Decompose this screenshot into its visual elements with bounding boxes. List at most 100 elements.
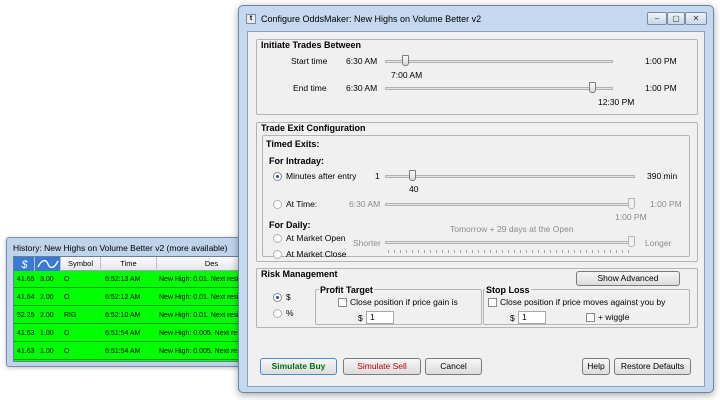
history-cell-quantity: 1.00: [40, 348, 54, 355]
minutes-after-entry-label: Minutes after entry: [286, 171, 357, 181]
end-time-max: 1:00 PM: [645, 83, 677, 93]
history-cell-time: 6:52:12 AM: [105, 294, 141, 301]
stop-loss-title: Stop Loss: [485, 285, 531, 295]
minutes-slider-track[interactable]: [385, 175, 635, 178]
minutes-min: 1: [375, 171, 380, 181]
cancel-button[interactable]: Cancel: [425, 358, 482, 375]
minimize-button[interactable]: –: [647, 12, 667, 25]
column-header-quantity[interactable]: [35, 257, 61, 271]
history-cell-time: 6:52:10 AM: [105, 312, 141, 319]
at-time-value: 1:00 PM: [615, 212, 647, 222]
stop-loss-label: Close position if price moves against yo…: [500, 297, 666, 307]
for-intraday-label: For Intraday:: [268, 156, 326, 166]
market-close-radio[interactable]: [273, 250, 282, 259]
help-button[interactable]: Help: [582, 358, 610, 375]
history-cell-symbol: O: [64, 294, 70, 301]
start-time-label: Start time: [291, 56, 328, 66]
minutes-value: 40: [409, 184, 419, 194]
dialog-title: Configure OddsMaker: New Highs on Volume…: [261, 14, 482, 24]
end-time-slider-thumb[interactable]: [588, 82, 596, 93]
oddsmaker-dialog: t Configure OddsMaker: New Highs on Volu…: [238, 5, 714, 393]
simulate-sell-button[interactable]: Simulate Sell: [343, 358, 421, 375]
minutes-slider-thumb[interactable]: [409, 170, 417, 181]
at-time-slider-track[interactable]: [385, 203, 635, 206]
table-row[interactable]: 52.25 2.00 RIG 6:52:10 AM New High: 0.01. Ne…: [14, 308, 264, 324]
daily-caption: Tomorrow + 29 days at the Open: [450, 224, 574, 234]
daily-slider-ticks: [388, 250, 632, 253]
wiggle-checkbox[interactable]: [586, 313, 595, 322]
end-time-min: 6:30 AM: [346, 83, 378, 93]
start-time-value: 7:00 AM: [391, 70, 423, 80]
market-open-label: At Market Open: [286, 233, 346, 243]
dollar-label: $: [286, 292, 291, 302]
restore-defaults-button[interactable]: Restore Defaults: [614, 358, 691, 375]
profit-target-checkbox[interactable]: [338, 298, 347, 307]
percent-label: %: [286, 308, 294, 318]
shorter-label: Shorter: [353, 238, 381, 248]
dollar-trend-icon: $: [20, 259, 28, 271]
stop-loss-input[interactable]: 1: [518, 311, 546, 324]
stop-loss-checkbox[interactable]: [488, 298, 497, 307]
history-cell-price: 41.63: [17, 330, 35, 337]
maximize-button[interactable]: ▢: [667, 12, 685, 25]
at-time-label: At Time:: [286, 199, 318, 209]
table-row[interactable]: 41.64 2.00 O 6:52:12 AM New High: 0.01. Next…: [14, 290, 264, 306]
percent-radio[interactable]: [273, 309, 282, 318]
history-cell-price: 41.63: [17, 348, 35, 355]
wiggle-label: + wiggle: [598, 312, 630, 322]
at-time-slider-thumb[interactable]: [628, 198, 635, 209]
initiate-trades-title: Initiate Trades Between: [260, 40, 363, 50]
end-time-label: End time: [293, 83, 327, 93]
profit-currency: $: [358, 313, 363, 323]
column-header-price[interactable]: $: [14, 257, 35, 271]
at-time-radio[interactable]: [273, 200, 282, 209]
start-time-max: 1:00 PM: [645, 56, 677, 66]
history-cell-price: 52.25: [17, 312, 35, 319]
history-cell-time: 6:51:54 AM: [105, 348, 141, 355]
minutes-after-entry-radio[interactable]: [273, 172, 282, 181]
history-cell-symbol: RIG: [64, 312, 77, 319]
minutes-max: 390 min: [647, 171, 678, 181]
show-advanced-button[interactable]: Show Advanced: [576, 271, 680, 286]
profit-target-title: Profit Target: [319, 285, 374, 295]
history-cell-time: 6:51:54 AM: [105, 330, 141, 337]
history-cell-quantity: 2.00: [40, 294, 54, 301]
at-time-max: 1:00 PM: [650, 199, 682, 209]
profit-target-label: Close position if price gain is: [350, 297, 458, 307]
close-button[interactable]: ✕: [685, 12, 707, 25]
for-daily-label: For Daily:: [268, 220, 312, 230]
history-window: History: New Highs on Volume Better v2 (…: [6, 237, 268, 367]
history-grid-header: $ Symbol Time Des: [14, 257, 264, 271]
daily-slider-track[interactable]: [385, 241, 635, 244]
svg-text:$: $: [20, 259, 28, 271]
market-close-label: At Market Close: [286, 249, 347, 259]
daily-slider-thumb[interactable]: [628, 236, 635, 247]
table-row[interactable]: 41.63 1.00 O 6:51:54 AM New High: 0.005. Nex…: [14, 326, 264, 342]
risk-management-title: Risk Management: [260, 269, 339, 279]
dollar-radio[interactable]: [273, 293, 282, 302]
app-icon: t: [246, 14, 256, 24]
column-header-time[interactable]: Time: [101, 257, 157, 271]
history-title: History: New Highs on Volume Better v2 (…: [13, 243, 228, 253]
history-cell-symbol: O: [64, 276, 70, 283]
end-time-value: 12:30 PM: [598, 97, 635, 107]
end-time-slider-track[interactable]: [385, 87, 613, 90]
longer-label: Longer: [645, 238, 672, 248]
trade-exit-title: Trade Exit Configuration: [260, 123, 367, 133]
table-row[interactable]: 41.63 1.00 O 6:51:54 AM New High: 0.005. Nex…: [14, 344, 264, 360]
history-cell-quantity: 3.00: [40, 276, 54, 283]
column-header-symbol[interactable]: Symbol: [61, 257, 101, 271]
wave-chart-icon: [37, 259, 59, 269]
at-time-min: 6:30 AM: [349, 199, 381, 209]
start-time-slider-thumb[interactable]: [402, 55, 410, 66]
stop-loss-currency: $: [510, 313, 515, 323]
simulate-buy-button[interactable]: Simulate Buy: [260, 358, 337, 375]
start-time-slider-track[interactable]: [385, 60, 613, 63]
history-grid: $ Symbol Time Des 41.65 3.00 O 6:52:13 AM Ne…: [13, 256, 265, 362]
dialog-client-area: Initiate Trades Between Start time 6:30 …: [247, 31, 705, 387]
market-open-radio[interactable]: [273, 234, 282, 243]
history-cell-symbol: O: [64, 330, 70, 337]
profit-target-input[interactable]: 1: [366, 311, 394, 324]
timed-exits-title: Timed Exits:: [265, 139, 321, 149]
table-row[interactable]: 41.65 3.00 O 6:52:13 AM New High: 0.01. Next…: [14, 272, 264, 288]
